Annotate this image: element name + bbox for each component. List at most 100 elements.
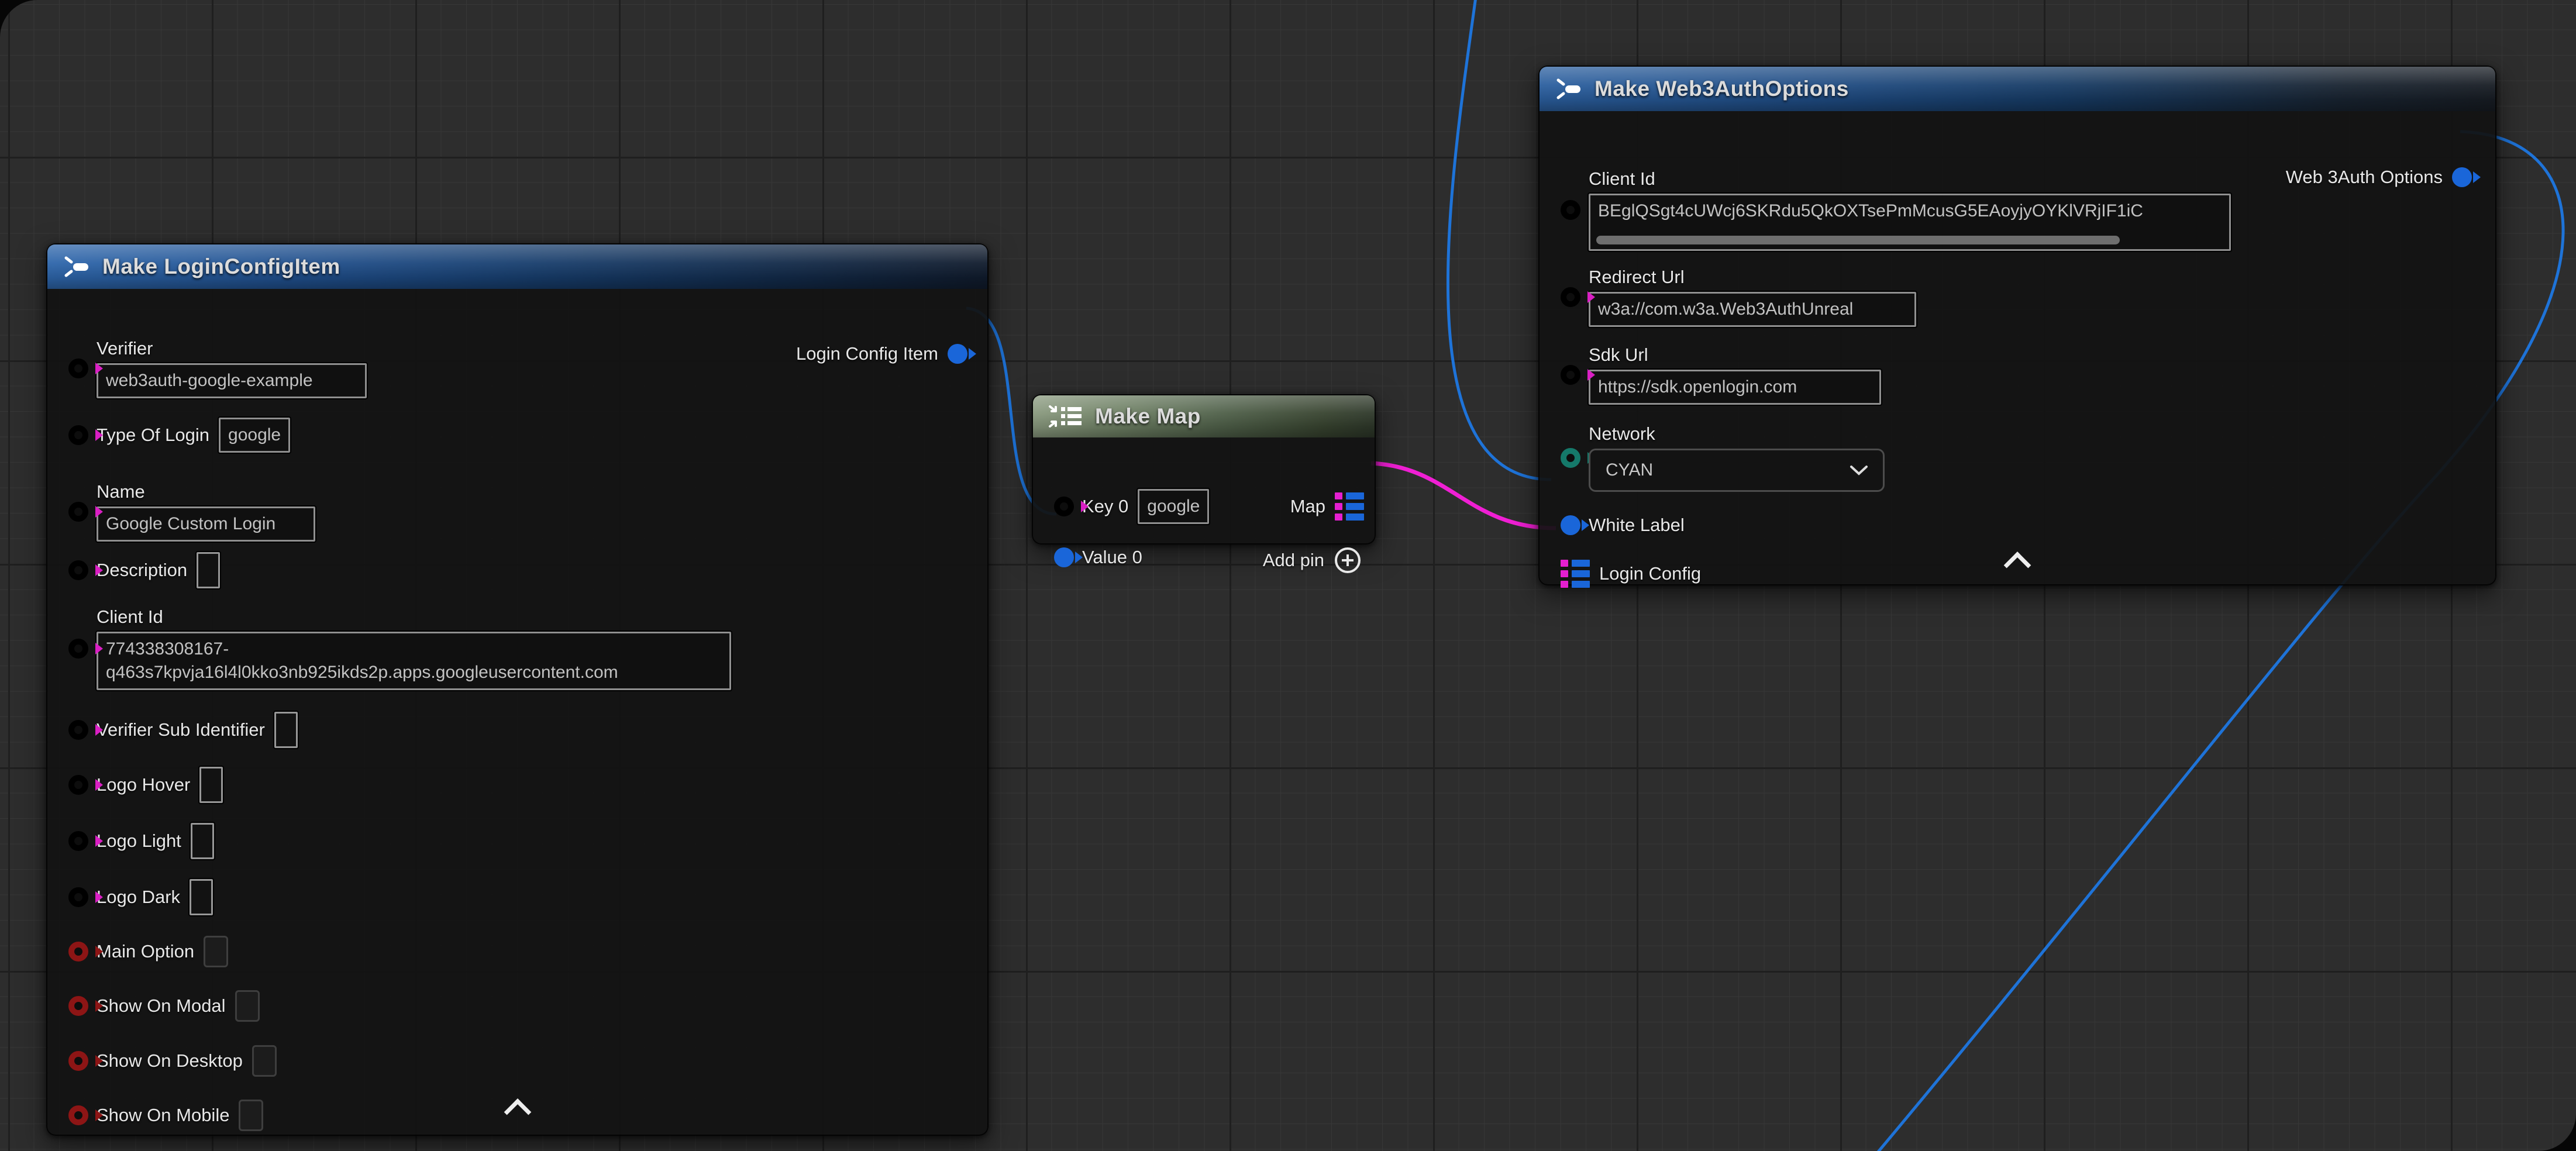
show-on-modal-pin-bool[interactable] [68,996,88,1016]
wire-map-to-login-config[interactable] [1371,463,1556,528]
key0-label: Key 0 [1082,496,1128,517]
output-map[interactable]: Map [1290,488,1365,525]
key0-pin-string[interactable] [1054,497,1074,516]
sdk-url-pin-string[interactable] [1561,365,1580,385]
node-make-loginconfigitem[interactable]: Make LoginConfigItem Login Config Item V… [46,243,989,1136]
value0-pin-struct[interactable] [1054,547,1074,567]
wire-top-to-white-label[interactable] [1448,0,1551,480]
add-pin-label: Add pin [1263,550,1324,571]
client-id-label: Client Id [97,606,731,628]
description-pin-string[interactable] [68,560,88,580]
verifier-sub-identifier-pin-string[interactable] [68,720,88,740]
logo-dark-pin-string[interactable] [68,887,88,907]
network-label: Network [1589,423,1885,444]
node-header[interactable]: Make Web3AuthOptions [1540,67,2495,111]
pin-row-show-on-mobile[interactable]: Show On Mobile [68,1097,263,1133]
network-dropdown[interactable]: CYAN [1589,449,1885,492]
client-id-pin-string[interactable] [1561,200,1580,220]
type-of-login-input[interactable]: google [219,418,290,453]
node-header[interactable]: Make Map [1033,395,1375,437]
output-pin-struct[interactable] [948,344,967,364]
node-title: Make LoginConfigItem [102,254,340,279]
logo-light-input[interactable] [191,823,214,859]
logo-hover-pin-string[interactable] [68,775,88,795]
white-label-pin-struct[interactable] [1561,515,1580,535]
verifier-sub-identifier-input[interactable] [274,712,298,748]
pin-row-redirect-url[interactable]: Redirect Urlw3a://com.w3a.Web3AuthUnreal [1561,267,1916,327]
node-make-map[interactable]: Make Map Key 0 google Map Value 0 Add pi… [1032,394,1376,545]
main-option-pin-bool[interactable] [68,942,88,962]
map-output-label: Map [1290,496,1325,517]
make-struct-icon [63,253,92,280]
node-make-web3authoptions[interactable]: Make Web3AuthOptions Web 3Auth Options C… [1538,66,2496,585]
type-of-login-pin-string[interactable] [68,425,88,445]
add-pin-icon[interactable] [1335,547,1361,573]
logo-hover-label: Logo Hover [97,774,190,795]
main-option-checkbox[interactable] [204,936,228,967]
sdk-url-input[interactable]: https://sdk.openlogin.com [1589,370,1881,405]
pin-row-show-on-desktop[interactable]: Show On Desktop [68,1043,277,1079]
logo-dark-input[interactable] [190,879,213,915]
pin-row-client-id[interactable]: Client IdBEglQSgt4cUWcj6SKRdu5QkOXTsePmM… [1561,168,2231,251]
output-label: Login Config Item [796,343,938,364]
client-id-pin-string[interactable] [68,639,88,659]
name-pin-string[interactable] [68,502,88,522]
pin-row-name[interactable]: Name Google Custom Login [68,481,315,542]
collapse-chevron-icon[interactable] [504,1098,531,1126]
pin-row-main-option[interactable]: Main Option [68,933,228,970]
dropdown-chevron-icon [1849,464,1869,476]
client-id-input[interactable]: BEglQSgt4cUWcj6SKRdu5QkOXTsePmMcusG5EAoy… [1589,194,2231,251]
output-pin-struct[interactable] [2452,167,2472,187]
show-on-desktop-checkbox[interactable] [252,1045,277,1077]
login-config-pin-map[interactable] [1561,560,1591,588]
collapse-chevron-icon[interactable] [2004,552,2031,579]
map-output-pin[interactable] [1335,492,1365,521]
output-web3auth-options[interactable]: Web 3Auth Options [2286,159,2472,195]
node-header[interactable]: Make LoginConfigItem [47,244,987,289]
pin-row-client-id[interactable]: Client Id 774338308167-q463s7kpvja16l4l0k… [68,606,731,690]
verifier-label: Verifier [97,338,367,359]
pin-row-show-on-modal[interactable]: Show On Modal [68,988,260,1024]
node-title: Make Web3AuthOptions [1594,77,1849,101]
pin-row-verifier[interactable]: Verifier web3auth-google-example [68,338,367,398]
logo-light-pin-string[interactable] [68,831,88,851]
dropdown-selected-value: CYAN [1606,460,1653,480]
textbox-horizontal-scrollbar[interactable] [1596,236,2120,244]
node-title: Make Map [1095,404,1201,429]
blueprint-graph-canvas[interactable]: Make LoginConfigItem Login Config Item V… [0,0,2576,1151]
output-login-config-item[interactable]: Login Config Item [796,336,967,372]
show-on-modal-label: Show On Modal [97,995,226,1016]
pin-row-network[interactable]: Network CYAN [1561,423,1885,492]
input-value: 774338308167-q463s7kpvja16l4l0kko3nb925i… [106,639,618,682]
name-label: Name [97,481,315,502]
verifier-pin-string[interactable] [68,359,88,378]
pin-row-description[interactable]: Description [68,552,220,588]
input-value: w3a://com.w3a.Web3AuthUnreal [1598,299,1853,319]
show-on-mobile-checkbox[interactable] [239,1100,263,1131]
pin-row-key-0[interactable]: Key 0 google [1054,488,1209,525]
show-on-modal-checkbox[interactable] [235,990,260,1022]
pin-row-sdk-url[interactable]: Sdk Urlhttps://sdk.openlogin.com [1561,344,1881,405]
pin-row-logo-light[interactable]: Logo Light [68,823,214,859]
description-label: Description [97,560,187,581]
description-input[interactable] [197,552,220,588]
pin-row-logo-dark[interactable]: Logo Dark [68,879,213,915]
add-pin-button[interactable]: Add pin [1263,542,1361,578]
redirect-url-input[interactable]: w3a://com.w3a.Web3AuthUnreal [1589,292,1916,327]
pin-row-white-label[interactable]: White Label [1561,507,1685,543]
show-on-mobile-pin-bool[interactable] [68,1105,88,1125]
key0-value-input[interactable]: google [1138,489,1209,524]
pin-row-logo-hover[interactable]: Logo Hover [68,767,223,803]
logo-hover-input[interactable] [199,767,223,803]
redirect-url-pin-string[interactable] [1561,287,1580,307]
pin-row-type-of-login[interactable]: Type Of Logingoogle [68,417,290,453]
pin-row-verifier-sub-identifier[interactable]: Verifier Sub Identifier [68,712,298,748]
verifier-input[interactable]: web3auth-google-example [97,363,367,398]
network-pin-enum[interactable] [1561,448,1580,468]
client-id-input[interactable]: 774338308167-q463s7kpvja16l4l0kko3nb925i… [97,632,731,690]
pin-row-value-0[interactable]: Value 0 [1054,539,1142,576]
name-input[interactable]: Google Custom Login [97,506,315,542]
white-label-label: White Label [1589,515,1685,536]
show-on-desktop-pin-bool[interactable] [68,1051,88,1071]
pin-row-login-config[interactable]: Login Config [1561,556,1701,592]
